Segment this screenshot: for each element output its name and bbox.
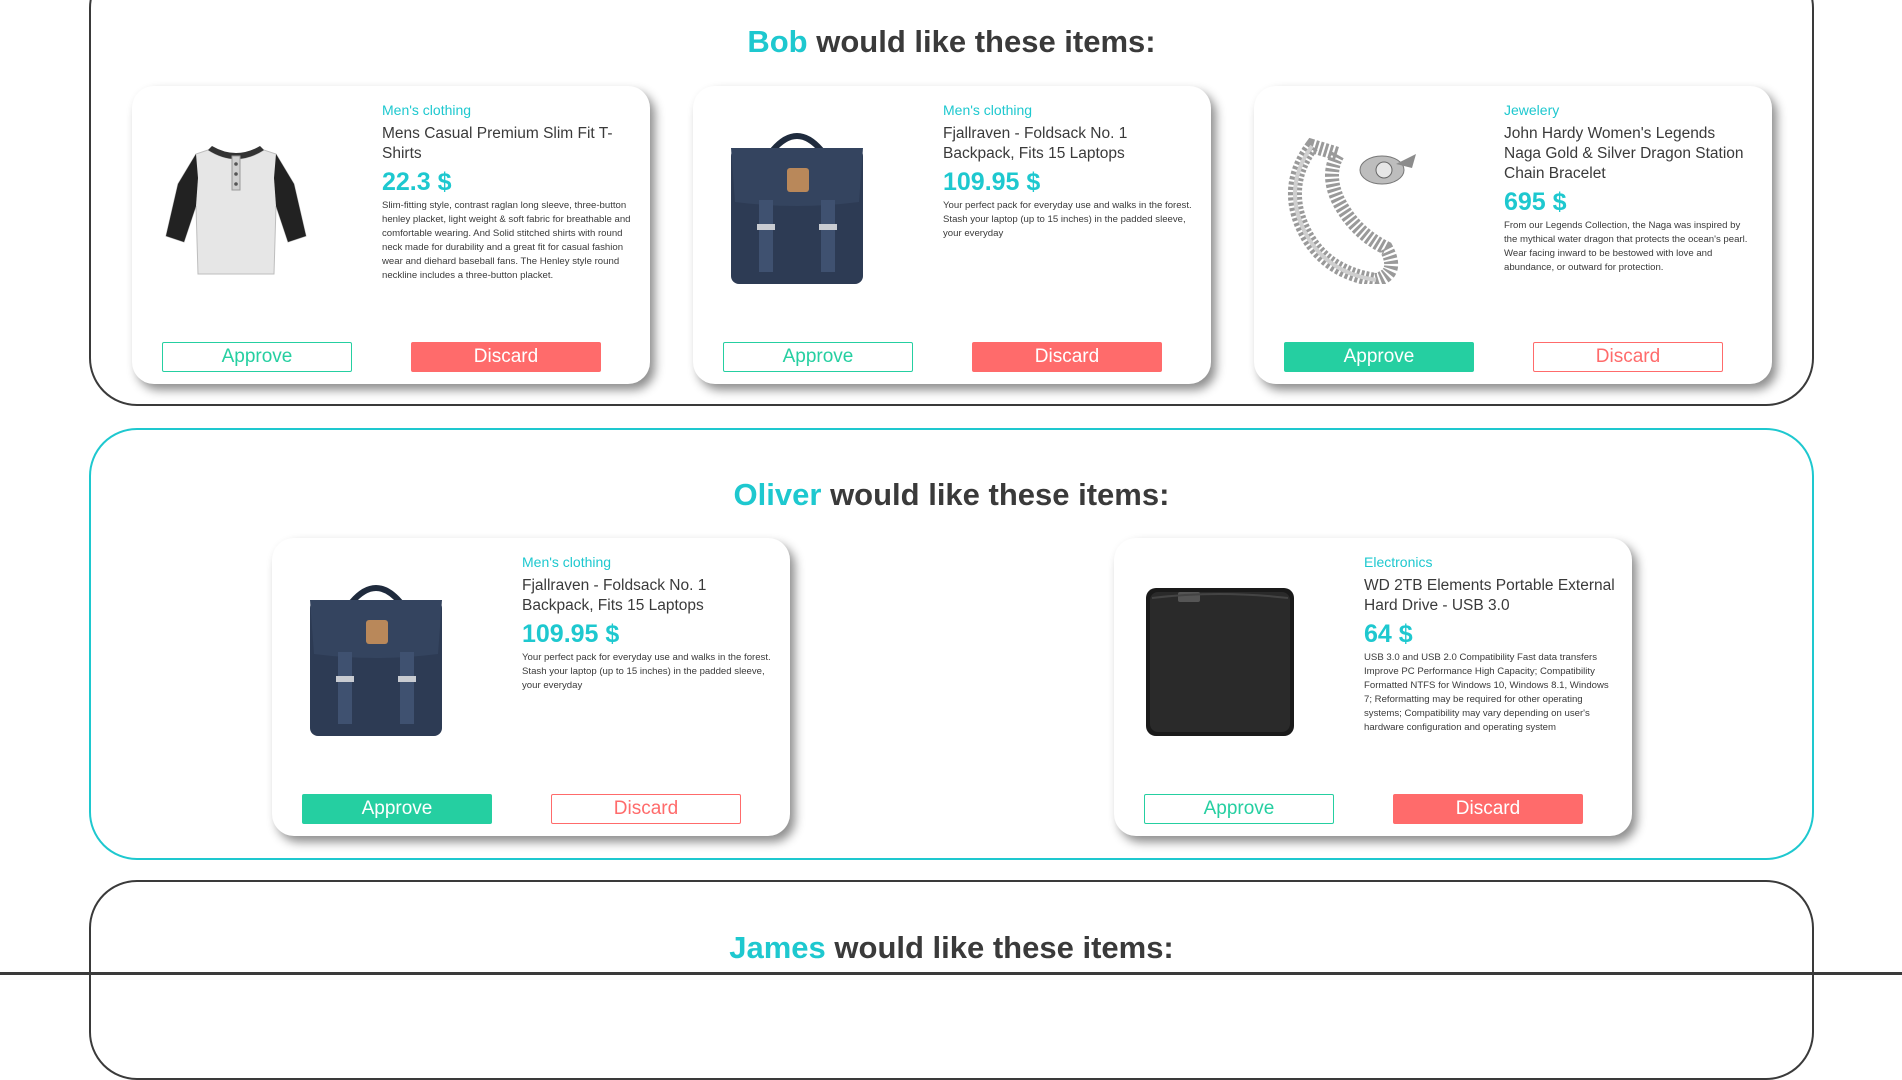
approve-button[interactable]: Approve [162, 342, 352, 372]
product-info: Men's clothing Mens Casual Premium Slim … [382, 102, 634, 283]
product-description: Your perfect pack for everyday use and w… [522, 652, 771, 691]
product-card: Electronics WD 2TB Elements Portable Ext… [1114, 538, 1632, 836]
product-name: Mens Casual Premium Slim Fit T-Shirts [382, 125, 613, 162]
product-category: Men's clothing [943, 102, 1033, 118]
user-request-group-bob: Bob would like these items: Men's clothi… [89, 0, 1814, 406]
product-description: Slim-fitting style, contrast raglan long… [382, 200, 631, 281]
backpack-image [731, 133, 863, 284]
discard-button[interactable]: Discard [972, 342, 1162, 372]
product-card: Jewelery John Hardy Women's Legends Naga… [1254, 86, 1772, 384]
title-suffix: would like these items: [830, 477, 1170, 512]
tshirt-image [165, 146, 307, 275]
product-category: Jewelery [1504, 102, 1560, 118]
product-info: Men's clothing Fjallraven - Foldsack No.… [943, 102, 1195, 241]
discard-button[interactable]: Discard [411, 342, 601, 372]
product-info: Electronics WD 2TB Elements Portable Ext… [1364, 554, 1616, 735]
group-title: Oliver would like these items: [91, 477, 1812, 513]
user-request-group-james: James would like these items: [89, 880, 1814, 1080]
discard-button[interactable]: Discard [1533, 342, 1723, 372]
user-request-group-oliver: Oliver would like these items: Men's clo… [89, 428, 1814, 860]
user-name: James [729, 930, 826, 965]
product-name: John Hardy Women's Legends Naga Gold & S… [1504, 125, 1744, 182]
product-category: Men's clothing [522, 554, 612, 570]
discard-button[interactable]: Discard [1393, 794, 1583, 824]
title-suffix: would like these items: [834, 930, 1174, 965]
hard-drive-image [1146, 588, 1294, 736]
product-card: Men's clothing Fjallraven - Foldsack No.… [693, 86, 1211, 384]
group-title: Bob would like these items: [91, 24, 1812, 60]
backpack-image [310, 585, 442, 736]
product-info: Men's clothing Fjallraven - Foldsack No.… [522, 554, 774, 693]
approve-button[interactable]: Approve [723, 342, 913, 372]
product-price: 109.95 $ [522, 620, 620, 648]
approve-button[interactable]: Approve [1144, 794, 1334, 824]
bracelet-image [1287, 137, 1416, 284]
title-suffix: would like these items: [816, 24, 1156, 59]
product-category: Electronics [1364, 554, 1433, 570]
product-price: 109.95 $ [943, 168, 1041, 196]
product-description: USB 3.0 and USB 2.0 Compatibility Fast d… [1364, 652, 1609, 733]
discard-button[interactable]: Discard [551, 794, 741, 824]
product-name: Fjallraven - Foldsack No. 1 Backpack, Fi… [522, 577, 707, 614]
product-price: 64 $ [1364, 620, 1413, 648]
user-name: Bob [747, 24, 808, 59]
product-description: From our Legends Collection, the Naga wa… [1504, 220, 1748, 273]
approve-button[interactable]: Approve [1284, 342, 1474, 372]
product-name: WD 2TB Elements Portable External Hard D… [1364, 577, 1615, 614]
product-card: Men's clothing Mens Casual Premium Slim … [132, 86, 650, 384]
product-card: Men's clothing Fjallraven - Foldsack No.… [272, 538, 790, 836]
product-name: Fjallraven - Foldsack No. 1 Backpack, Fi… [943, 125, 1128, 162]
approve-button[interactable]: Approve [302, 794, 492, 824]
product-description: Your perfect pack for everyday use and w… [943, 200, 1192, 239]
user-name: Oliver [733, 477, 822, 512]
group-title: James would like these items: [91, 930, 1812, 966]
product-price: 695 $ [1504, 188, 1567, 216]
product-category: Men's clothing [382, 102, 472, 118]
product-price: 22.3 $ [382, 168, 452, 196]
product-info: Jewelery John Hardy Women's Legends Naga… [1504, 102, 1756, 275]
